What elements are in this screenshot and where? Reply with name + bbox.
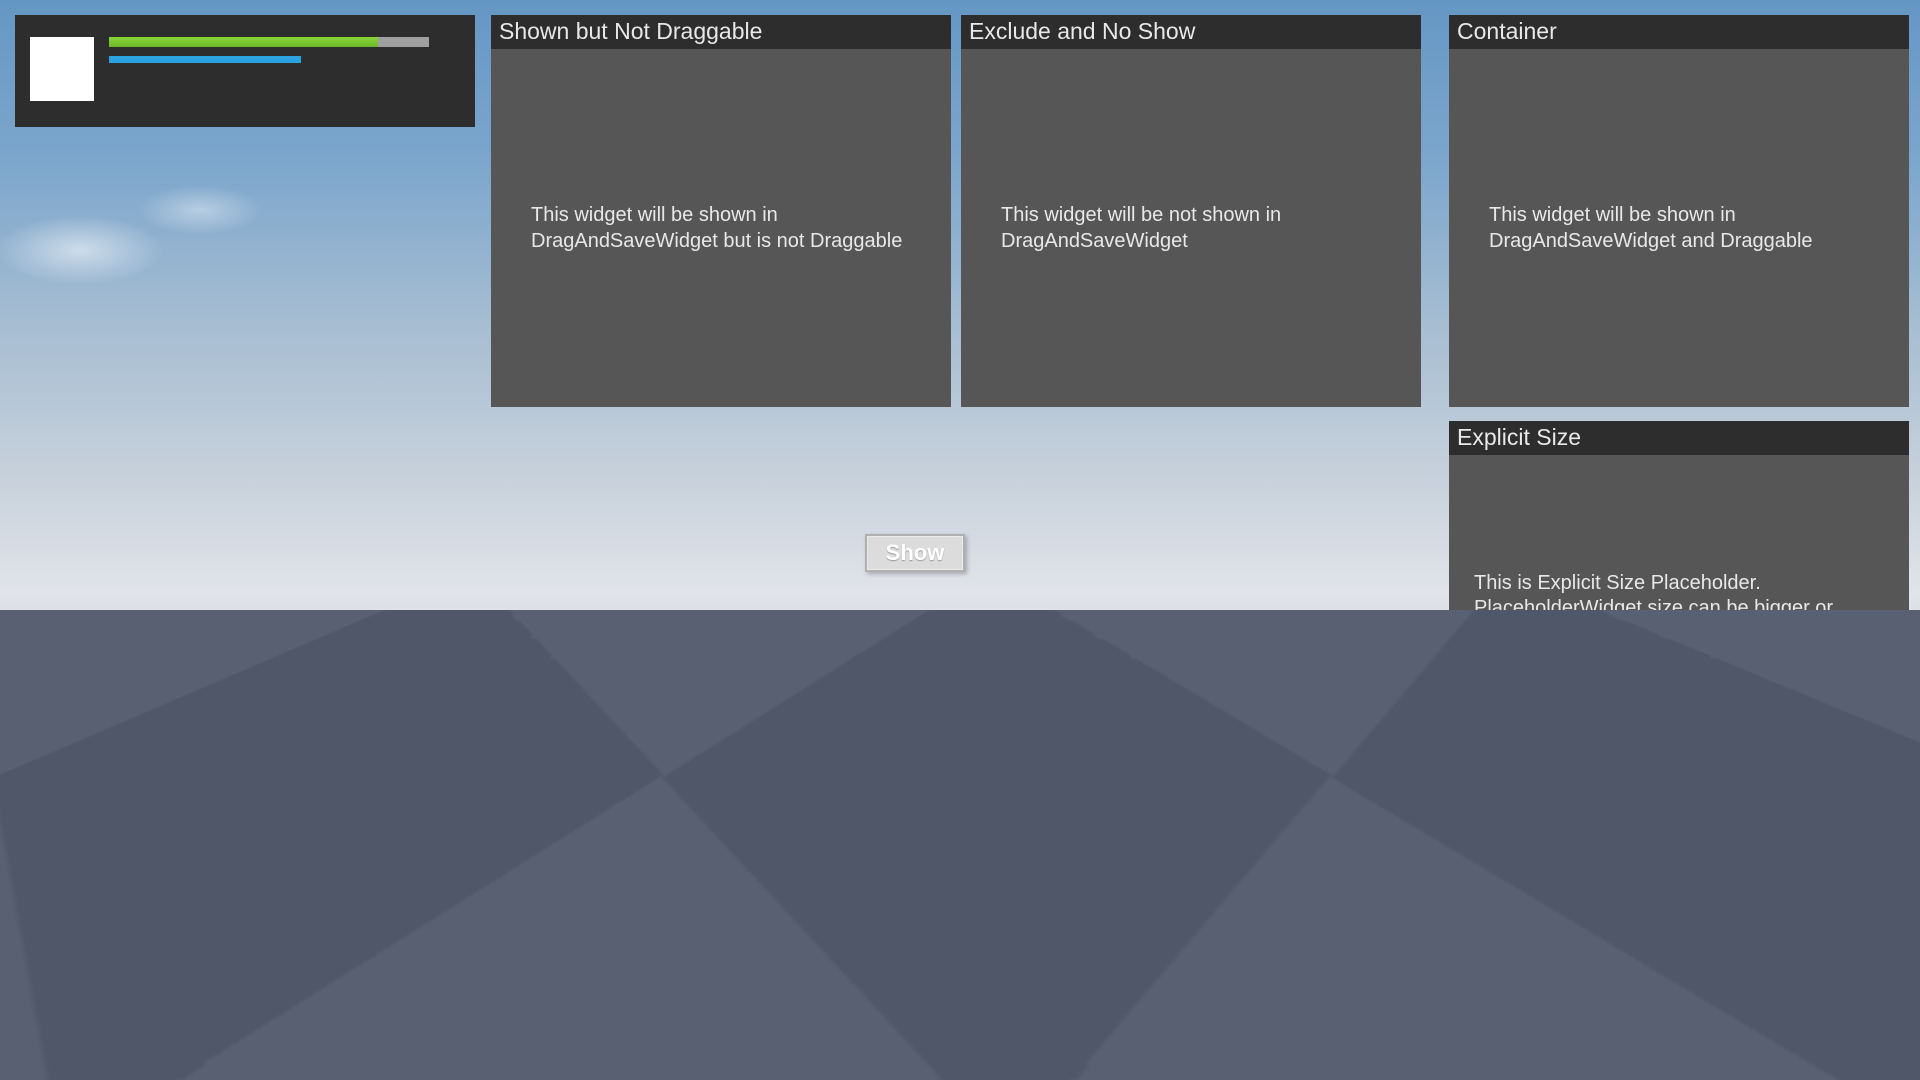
panel-exclude-no-show[interactable]: Exclude and No Show This widget will be … — [961, 15, 1421, 407]
panel-title: Container — [1449, 15, 1909, 49]
panel-shown-not-draggable[interactable]: Shown but Not Draggable This widget will… — [491, 15, 951, 407]
mp-bar-fill — [109, 56, 301, 63]
panel-title: Exclude and No Show — [961, 15, 1421, 49]
panel-body: This widget will be not shown in DragAnd… — [961, 49, 1421, 409]
panel-body-text: This widget will be shown in DragAndSave… — [531, 203, 911, 254]
panel-body-text: This widget will be not shown in DragAnd… — [1001, 203, 1381, 254]
panel-container[interactable]: Container This widget will be shown in D… — [1449, 15, 1909, 407]
mp-bar-track — [109, 56, 429, 63]
player-avatar — [30, 37, 94, 101]
chat-container[interactable]: [Logoo]: Hi this is example chat contain… — [40, 683, 500, 1033]
panel-body-text: This widget will be shown in DragAndSave… — [1489, 203, 1869, 254]
panel-explicit-size[interactable]: Explicit Size This is Explicit Size Plac… — [1449, 421, 1909, 813]
panel-body: This widget will be shown in DragAndSave… — [491, 49, 951, 409]
panel-title: Explicit Size — [1449, 421, 1909, 455]
panel-body: This is Explicit Size Placeholder. Place… — [1449, 455, 1909, 815]
player-bars — [109, 37, 460, 63]
chat-line: [Logii]: You can easily add — [40, 719, 476, 747]
panel-body: This widget will be shown in DragAndSave… — [1449, 49, 1909, 409]
panel-title: Shown but Not Draggable — [491, 15, 951, 49]
chat-line: [Logoo]: Hi this is example chat contain… — [40, 691, 476, 719]
hp-bar-fill — [109, 37, 378, 47]
player-hud-panel — [15, 15, 475, 127]
hp-bar-track — [109, 37, 429, 47]
panel-body-text: This is Explicit Size Placeholder. Place… — [1474, 571, 1884, 699]
show-button[interactable]: Show — [865, 534, 965, 572]
